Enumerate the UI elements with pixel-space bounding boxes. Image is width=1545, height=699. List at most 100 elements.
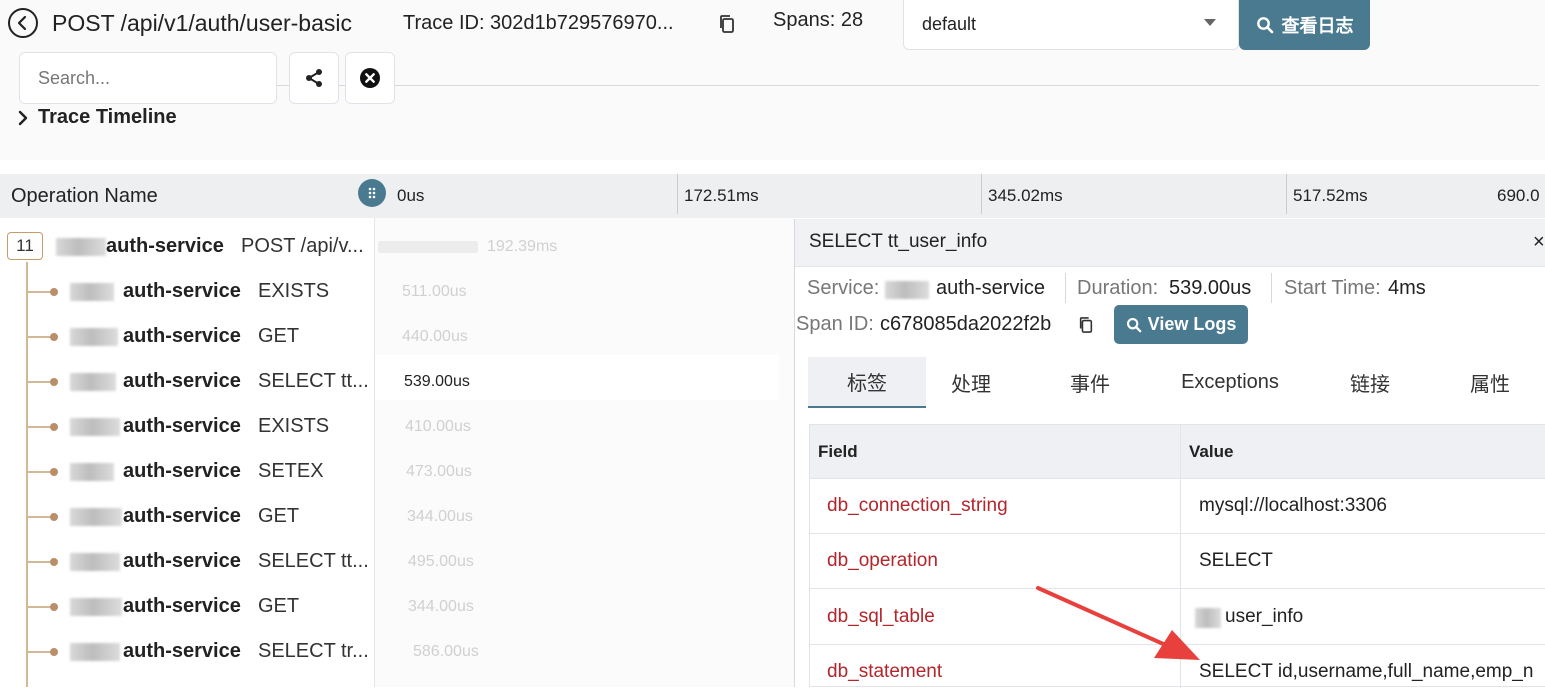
trace-timeline-toggle[interactable]: Trace Timeline xyxy=(17,106,177,129)
tab-tags[interactable]: 标签 xyxy=(808,357,926,408)
redacted-prefix xyxy=(70,598,122,616)
span-service-name: auth-service xyxy=(123,640,241,662)
span-service-name: auth-service xyxy=(123,550,241,572)
namespace-select[interactable]: default xyxy=(903,0,1239,50)
span-service-name: auth-service xyxy=(123,280,241,302)
span-row[interactable] xyxy=(0,360,780,405)
span-duration: 344.00us xyxy=(408,598,474,615)
share-icon xyxy=(306,69,322,87)
span-operation-name: SELECT tt... xyxy=(258,550,369,572)
span-dot-icon xyxy=(50,513,58,521)
span-duration: 410.00us xyxy=(405,418,471,435)
span-duration: 511.00us xyxy=(402,283,467,300)
span-service-name: auth-service xyxy=(123,460,241,482)
span-detail-header: SELECT tt_user_info × xyxy=(795,219,1545,267)
view-logs-button[interactable]: View Logs xyxy=(1114,305,1248,344)
table-header: Field Value xyxy=(810,425,1545,479)
span-operation-name: GET xyxy=(258,595,300,617)
span-operation-name: GET xyxy=(258,505,300,527)
clear-button[interactable] xyxy=(345,52,395,104)
span-dot-icon xyxy=(50,558,58,566)
span-operation-name: POST /api/v... xyxy=(241,235,364,257)
span-operation-name: SELECT tt... xyxy=(258,370,369,392)
redacted-prefix xyxy=(70,283,114,301)
tick-label: 690.0 xyxy=(1497,186,1540,205)
span-dot-icon xyxy=(50,333,58,341)
start-time-value: 4ms xyxy=(1388,277,1426,299)
trace-timeline-label: Trace Timeline xyxy=(38,106,177,128)
query-logs-button[interactable]: 查看日志 xyxy=(1239,0,1370,50)
tag-field: db_connection_string xyxy=(827,495,1008,516)
tag-value: mysql://localhost:3306 xyxy=(1199,495,1387,516)
span-service-name: auth-service xyxy=(106,235,224,257)
table-row: db_connection_string mysql://localhost:3… xyxy=(810,478,1545,534)
tags-table: Field Value db_connection_string mysql:/… xyxy=(809,424,1545,688)
span-duration: 586.00us xyxy=(413,643,479,660)
close-detail-button[interactable]: × xyxy=(1533,231,1545,254)
span-id-label: Span ID: xyxy=(796,313,874,335)
tick-label: 172.51ms xyxy=(684,186,759,205)
tick-label: 0us xyxy=(397,186,425,205)
meta-divider xyxy=(1065,273,1066,303)
tab-attributes[interactable]: 属性 xyxy=(1445,357,1535,408)
tick-line xyxy=(1286,174,1287,214)
duration-value: 539.00us xyxy=(1169,277,1252,299)
span-dot-icon xyxy=(50,603,58,611)
redacted-prefix xyxy=(885,281,929,299)
copy-icon[interactable] xyxy=(1078,316,1094,339)
tab-events[interactable]: 事件 xyxy=(1045,357,1135,408)
span-detail-panel: SELECT tt_user_info × Service: auth-serv… xyxy=(794,219,1545,688)
span-operation-name: SELECT tr... xyxy=(258,640,369,662)
redacted-prefix xyxy=(56,238,106,256)
tag-value: SELECT xyxy=(1199,550,1273,571)
chevron-left-icon xyxy=(17,15,27,31)
chevron-right-icon xyxy=(18,110,28,125)
share-button[interactable] xyxy=(289,52,339,104)
span-duration: 440.00us xyxy=(402,328,468,345)
tick-line xyxy=(677,174,678,214)
span-id-value: c678085da2022f2b xyxy=(880,313,1052,335)
column-resize-handle[interactable] xyxy=(358,179,386,207)
redacted-prefix xyxy=(70,643,120,661)
page-title: POST /api/v1/auth/user-basic xyxy=(52,10,352,36)
span-service-name: auth-service xyxy=(123,370,241,392)
redacted-prefix xyxy=(70,508,122,526)
tag-value: SELECT id,username,full_name,emp_n xyxy=(1199,661,1534,682)
span-service-name: auth-service xyxy=(123,595,241,617)
tag-field: db_sql_table xyxy=(827,606,935,627)
drag-handle-icon xyxy=(368,187,376,199)
table-row: db_operation SELECT xyxy=(810,533,1545,589)
search-input[interactable] xyxy=(19,52,277,104)
span-row[interactable] xyxy=(0,270,780,315)
redacted-prefix xyxy=(70,463,114,481)
query-logs-label: 查看日志 xyxy=(1281,16,1354,36)
value-column-header: Value xyxy=(1189,442,1234,461)
close-circle-icon xyxy=(360,68,380,88)
service-value: auth-service xyxy=(936,277,1045,299)
trace-id: Trace ID: 302d1b729576970... xyxy=(403,12,674,34)
tab-process[interactable]: 处理 xyxy=(926,357,1016,408)
service-label: Service: xyxy=(807,277,880,299)
namespace-select-value: default xyxy=(922,14,977,34)
span-duration: 192.39ms xyxy=(487,238,558,255)
search-icon xyxy=(1126,317,1142,332)
search-icon xyxy=(1256,17,1273,34)
redacted-prefix xyxy=(70,328,118,346)
redacted-prefix xyxy=(1195,608,1221,628)
view-logs-label: View Logs xyxy=(1147,314,1237,334)
span-row[interactable] xyxy=(0,450,780,495)
copy-icon[interactable] xyxy=(718,14,736,34)
tick-label: 345.02ms xyxy=(988,186,1063,205)
tag-field: db_statement xyxy=(827,661,943,682)
tab-links[interactable]: 链接 xyxy=(1325,357,1415,408)
redacted-prefix xyxy=(70,418,120,436)
span-operation-name: EXISTS xyxy=(258,280,330,302)
span-duration: 539.00us xyxy=(404,373,470,390)
table-row: db_statement SELECT id,username,full_nam… xyxy=(810,644,1545,699)
tick-label: 517.52ms xyxy=(1293,186,1368,205)
caret-down-icon xyxy=(1204,19,1216,26)
span-service-name: auth-service xyxy=(123,325,241,347)
back-button[interactable] xyxy=(8,8,38,38)
tab-exceptions[interactable]: Exceptions xyxy=(1165,357,1295,408)
field-column-header: Field xyxy=(818,442,858,461)
